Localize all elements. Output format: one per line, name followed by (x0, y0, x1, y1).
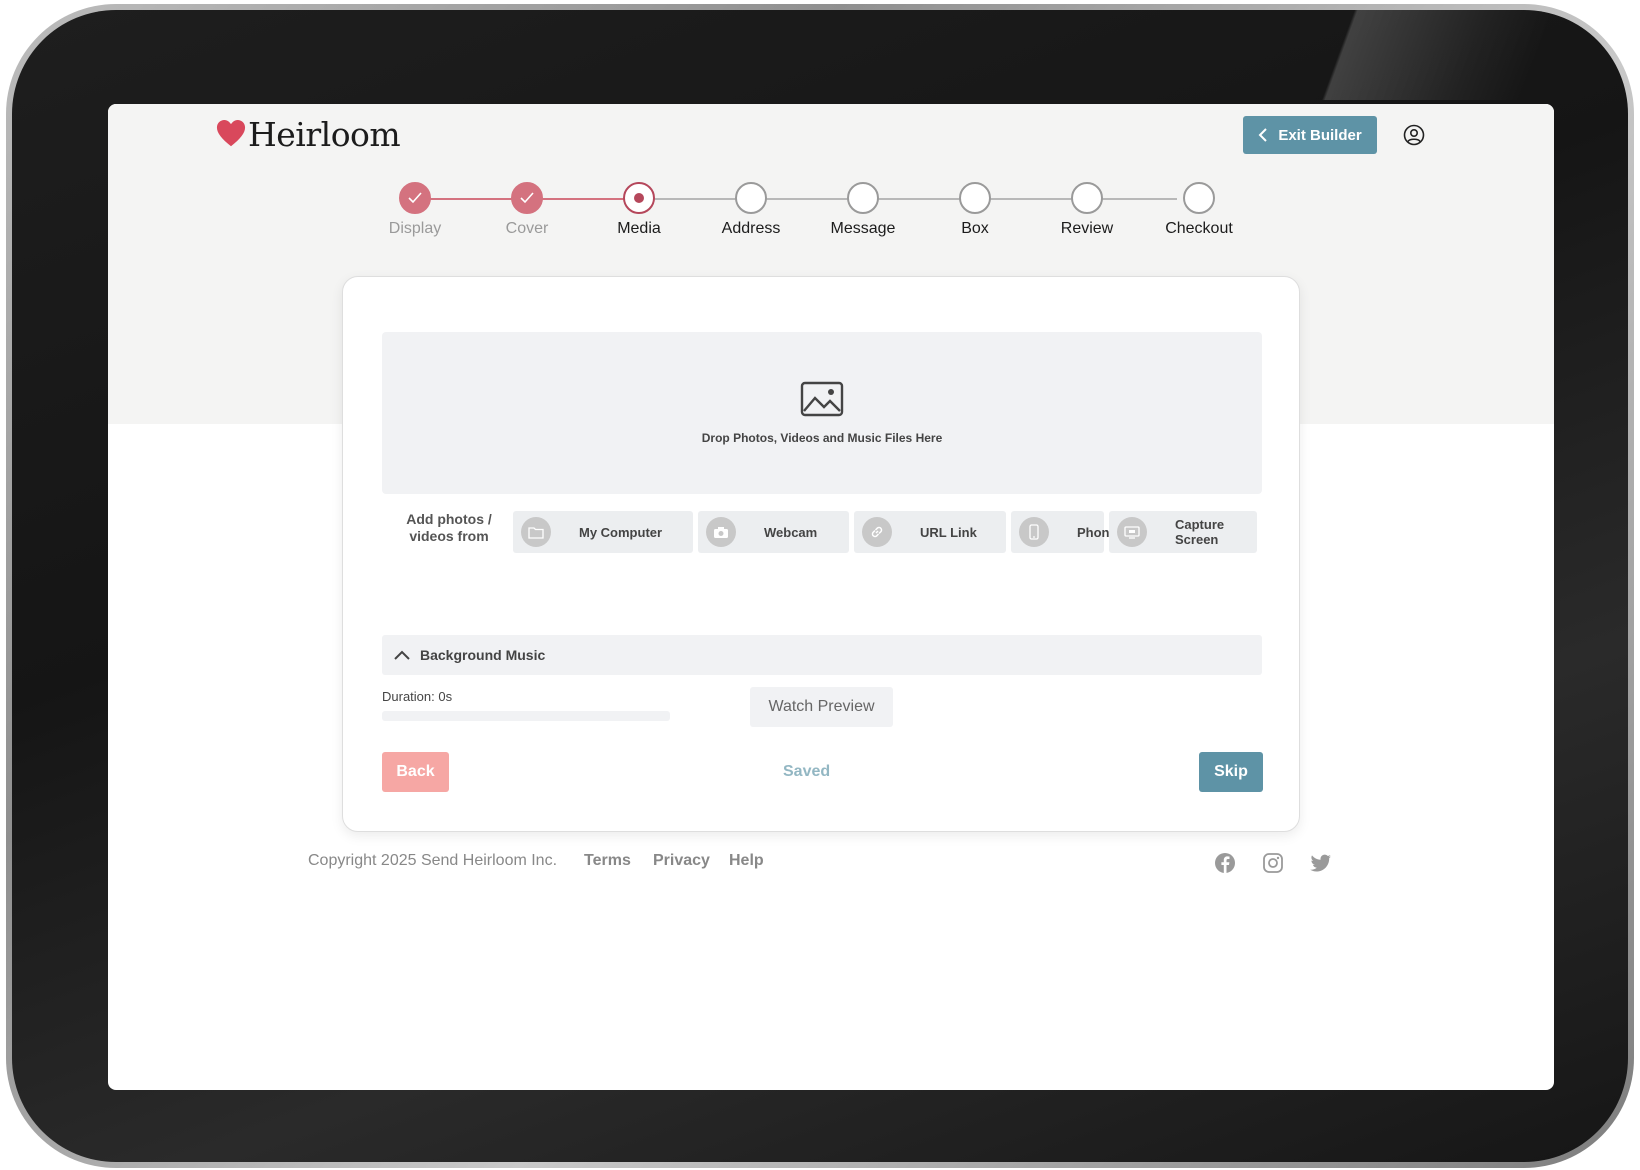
brand-logo[interactable]: Heirloom (216, 114, 401, 154)
facebook-icon[interactable] (1214, 852, 1236, 874)
media-card: Drop Photos, Videos and Music Files Here… (342, 276, 1300, 832)
source-capture-screen-button[interactable]: Capture Screen (1109, 511, 1257, 553)
step-circle (399, 182, 431, 214)
source-label: Capture Screen (1175, 517, 1225, 547)
check-icon (408, 192, 422, 204)
background-music-label: Background Music (420, 647, 546, 663)
step-address[interactable]: Address (706, 182, 796, 238)
footer-link-help[interactable]: Help (729, 852, 764, 870)
step-label: Cover (505, 220, 549, 237)
brand-name: Heirloom (248, 114, 401, 154)
user-account-icon[interactable] (1403, 124, 1425, 146)
step-label: Media (617, 220, 661, 237)
step-circle (1183, 182, 1215, 214)
step-display[interactable]: Display (370, 182, 460, 238)
step-media[interactable]: Media (594, 182, 684, 238)
twitter-icon[interactable] (1310, 852, 1332, 874)
chevron-left-icon (1258, 128, 1268, 142)
back-button[interactable]: Back (382, 752, 449, 792)
step-circle (623, 182, 655, 214)
step-label: Box (961, 220, 989, 237)
footer-link-privacy[interactable]: Privacy (653, 852, 710, 870)
instagram-icon[interactable] (1262, 852, 1284, 874)
step-label: Review (1060, 220, 1114, 237)
file-dropzone[interactable]: Drop Photos, Videos and Music Files Here (382, 332, 1262, 494)
screen-icon (1117, 517, 1147, 547)
duration-text: Duration: 0s (382, 689, 453, 704)
source-phone-button[interactable]: Phone (1011, 511, 1117, 553)
step-cover[interactable]: Cover (482, 182, 572, 238)
exit-builder-label: Exit Builder (1278, 126, 1362, 144)
skip-button[interactable]: Skip (1199, 752, 1263, 792)
duration-bar (382, 711, 670, 721)
tablet-bezel: Heirloom Exit Builder Display Cover Medi… (12, 10, 1628, 1162)
source-label: URL Link (920, 524, 977, 540)
step-circle (511, 182, 543, 214)
step-message[interactable]: Message (818, 182, 908, 238)
step-label: Checkout (1165, 220, 1233, 237)
exit-builder-button[interactable]: Exit Builder (1243, 116, 1377, 154)
image-icon (800, 381, 844, 417)
copyright-text: Copyright 2025 Send Heirloom Inc. (308, 852, 558, 869)
source-url-link-button[interactable]: URL Link (854, 511, 1006, 553)
step-label: Message (830, 220, 896, 237)
heart-icon (216, 119, 246, 147)
step-label: Address (721, 220, 781, 237)
dropzone-text: Drop Photos, Videos and Music Files Here (701, 431, 943, 445)
source-label: My Computer (579, 524, 663, 540)
step-circle (847, 182, 879, 214)
saved-status: Saved (783, 763, 831, 780)
step-circle (959, 182, 991, 214)
sources-label: Add photos / videos from (406, 511, 492, 544)
phone-icon (1019, 517, 1049, 547)
source-my-computer-button[interactable]: My Computer (513, 511, 693, 553)
watch-preview-button[interactable]: Watch Preview (750, 687, 893, 727)
step-circle (1071, 182, 1103, 214)
footer: Copyright 2025 Send Heirloom Inc. Terms … (108, 852, 1554, 882)
camera-icon (706, 517, 736, 547)
link-icon (862, 517, 892, 547)
active-dot (634, 193, 644, 203)
folder-icon (521, 517, 551, 547)
source-label: Webcam (764, 524, 818, 540)
background-music-toggle[interactable]: Background Music (382, 635, 1262, 675)
source-webcam-button[interactable]: Webcam (698, 511, 849, 553)
tablet-frame: Heirloom Exit Builder Display Cover Medi… (6, 4, 1634, 1168)
step-circle (735, 182, 767, 214)
app-screen: Heirloom Exit Builder Display Cover Medi… (108, 104, 1554, 1090)
step-review[interactable]: Review (1042, 182, 1132, 238)
chevron-up-icon (394, 650, 410, 660)
progress-stepper: Display Cover Media Address Message Box … (108, 182, 1554, 242)
bezel-glare (1288, 10, 1588, 100)
step-checkout[interactable]: Checkout (1154, 182, 1244, 238)
footer-link-terms[interactable]: Terms (584, 852, 631, 870)
step-label: Display (388, 220, 442, 237)
step-box[interactable]: Box (930, 182, 1020, 238)
upload-sources: Add photos / videos from My Computer Web… (382, 511, 1262, 553)
check-icon (520, 192, 534, 204)
